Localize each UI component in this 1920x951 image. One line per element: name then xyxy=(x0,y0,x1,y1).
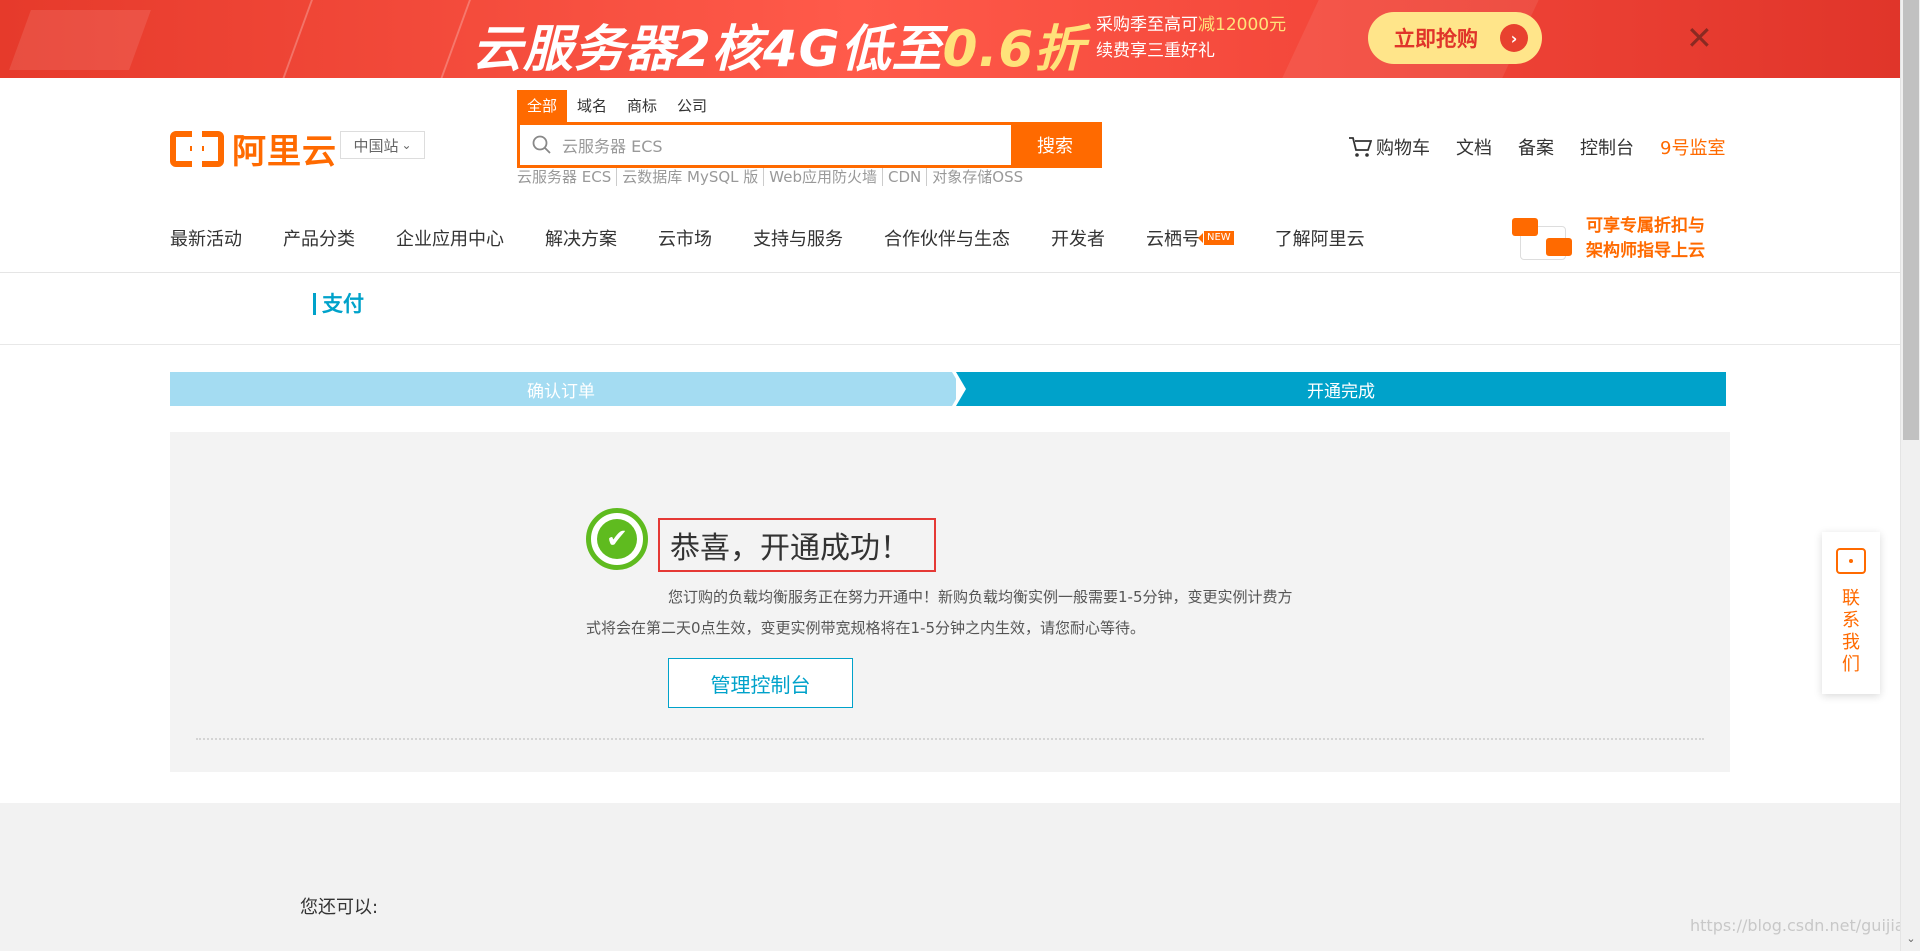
search-tab-trademark[interactable]: 商标 xyxy=(617,90,667,122)
region-label: 中国站 xyxy=(353,136,399,155)
page: 云服务器2核4G低至0.6折 采购季至高可减12000元 续费享三重好礼 立即抢… xyxy=(0,0,1920,951)
nav-item-about[interactable]: 了解阿里云 xyxy=(1275,225,1365,251)
nav-item-enterprise[interactable]: 企业应用中心 xyxy=(396,225,504,251)
step-activation-complete: 开通完成 xyxy=(956,372,1726,406)
contact-icon xyxy=(1836,548,1866,574)
banner-title-highlight: 0.6折 xyxy=(942,20,1086,78)
hot-link[interactable]: 云服务器 ECS xyxy=(517,168,618,186)
filing-link[interactable]: 备案 xyxy=(1518,134,1554,160)
scroll-thumb[interactable] xyxy=(1903,0,1919,440)
docs-link[interactable]: 文档 xyxy=(1456,134,1492,160)
search-tab-domain[interactable]: 域名 xyxy=(567,90,617,122)
search-tab-company[interactable]: 公司 xyxy=(667,90,717,122)
watermark: https://blog.csdn.net/guijianchouxy xyxy=(1690,916,1900,935)
header-divider xyxy=(0,272,1900,273)
logo-icon xyxy=(170,130,224,167)
nav-item-developers[interactable]: 开发者 xyxy=(1051,225,1105,251)
search-tab-all[interactable]: 全部 xyxy=(517,90,568,122)
success-message: 恭喜，开通成功！ xyxy=(658,518,936,572)
search-button[interactable]: 搜索 xyxy=(1011,125,1099,165)
promo-line2: 架构师指导上云 xyxy=(1586,241,1705,261)
logo-text: 阿里云 xyxy=(232,132,337,172)
banner-title-main: 云服务器2核4G低至 xyxy=(472,20,943,78)
banner-decoration xyxy=(9,10,151,70)
bottom-section: 您还可以: xyxy=(0,803,1900,951)
close-icon[interactable]: ✕ xyxy=(1686,18,1713,58)
hot-link[interactable]: 云数据库 MySQL 版 xyxy=(617,168,765,186)
banner-sub-highlight: 减12000元 xyxy=(1198,15,1287,35)
progress-steps: 确认订单 开通完成 xyxy=(170,372,1726,406)
promo-text: 可享专属折扣与 架构师指导上云 xyxy=(1586,214,1705,264)
step-confirm-order: 确认订单 xyxy=(170,372,962,406)
nav-item-market[interactable]: 云市场 xyxy=(658,225,712,251)
user-account-link[interactable]: 9号监室 xyxy=(1660,134,1725,160)
buy-now-button[interactable]: 立即抢购 › xyxy=(1368,12,1542,64)
nav-item-yunqi-label: 云栖号 xyxy=(1146,229,1200,250)
chevron-down-icon: ⌄ xyxy=(401,138,412,152)
hot-link[interactable]: 对象存储OSS xyxy=(927,168,1028,186)
nav-item-solutions[interactable]: 解决方案 xyxy=(545,225,617,251)
console-link[interactable]: 控制台 xyxy=(1580,134,1634,160)
page-scrollbar[interactable]: ⌄ xyxy=(1900,0,1920,951)
search-placeholder: 云服务器 ECS xyxy=(562,137,663,156)
check-glyph: ✔ xyxy=(597,519,637,559)
search-tabs: 全部 域名 商标 公司 xyxy=(517,90,717,122)
region-selector[interactable]: 中国站 ⌄ xyxy=(340,131,425,159)
manage-console-button[interactable]: 管理控制台 xyxy=(668,658,853,708)
contact-label: 联系我们 xyxy=(1842,588,1860,675)
banner-sub-line2: 续费享三重好礼 xyxy=(1096,41,1215,61)
search-input[interactable]: 云服务器 ECS xyxy=(520,125,1011,165)
promo-banner[interactable]: 云服务器2核4G低至0.6折 采购季至高可减12000元 续费享三重好礼 立即抢… xyxy=(0,0,1900,78)
nav-item-partners[interactable]: 合作伙伴与生态 xyxy=(884,225,1010,251)
arrow-right-icon: › xyxy=(1500,24,1528,52)
hot-link[interactable]: Web应用防火墙 xyxy=(764,168,884,186)
search-box: 云服务器 ECS 搜索 xyxy=(517,122,1102,168)
new-badge: NEW xyxy=(1198,231,1234,245)
promo-line1: 可享专属折扣与 xyxy=(1586,216,1705,236)
nav-item-products[interactable]: 产品分类 xyxy=(283,225,355,251)
cart-icon xyxy=(1349,137,1372,157)
banner-subtitle: 采购季至高可减12000元 续费享三重好礼 xyxy=(1096,12,1286,64)
banner-sub-prefix: 采购季至高可 xyxy=(1096,15,1198,35)
main-nav: 最新活动 产品分类 企业应用中心 解决方案 云市场 支持与服务 合作伙伴与生态 … xyxy=(170,225,1406,251)
result-card: ✔ 恭喜，开通成功！ 您订购的负载均衡服务正在努力开通中！新购负载均衡实例一般需… xyxy=(170,432,1730,772)
chat-bubbles-icon xyxy=(1512,214,1574,264)
contact-us-float[interactable]: 联系我们 xyxy=(1822,532,1880,694)
card-divider xyxy=(196,738,1704,740)
nav-item-latest[interactable]: 最新活动 xyxy=(170,225,242,251)
cart-label: 购物车 xyxy=(1376,138,1430,159)
hot-link[interactable]: CDN xyxy=(883,168,928,186)
result-description: 您订购的负载均衡服务正在努力开通中！新购负载均衡实例一般需要1-5分钟，变更实例… xyxy=(586,588,1293,637)
top-links: 购物车 文档 备案 控制台 9号监室 xyxy=(1348,134,1725,160)
aliyun-logo[interactable]: 阿里云 xyxy=(170,124,337,173)
success-check-icon: ✔ xyxy=(586,508,648,570)
buy-now-label: 立即抢购 xyxy=(1394,27,1478,51)
banner-decoration xyxy=(278,0,482,78)
scroll-down-icon[interactable]: ⌄ xyxy=(1901,928,1920,948)
search-icon xyxy=(532,135,551,154)
nav-item-yunqi[interactable]: 云栖号 NEW xyxy=(1146,225,1234,251)
page-title: 支付 xyxy=(313,293,364,315)
also-label: 您还可以: xyxy=(300,897,379,918)
nav-item-support[interactable]: 支持与服务 xyxy=(753,225,843,251)
hot-search-links: 云服务器 ECS 云数据库 MySQL 版 Web应用防火墙 CDN 对象存储O… xyxy=(517,168,1028,186)
banner-title: 云服务器2核4G低至0.6折 xyxy=(472,9,1085,78)
section-divider xyxy=(0,344,1900,345)
architect-promo[interactable]: 可享专属折扣与 架构师指导上云 xyxy=(1512,214,1705,264)
cart-link[interactable]: 购物车 xyxy=(1348,134,1430,160)
